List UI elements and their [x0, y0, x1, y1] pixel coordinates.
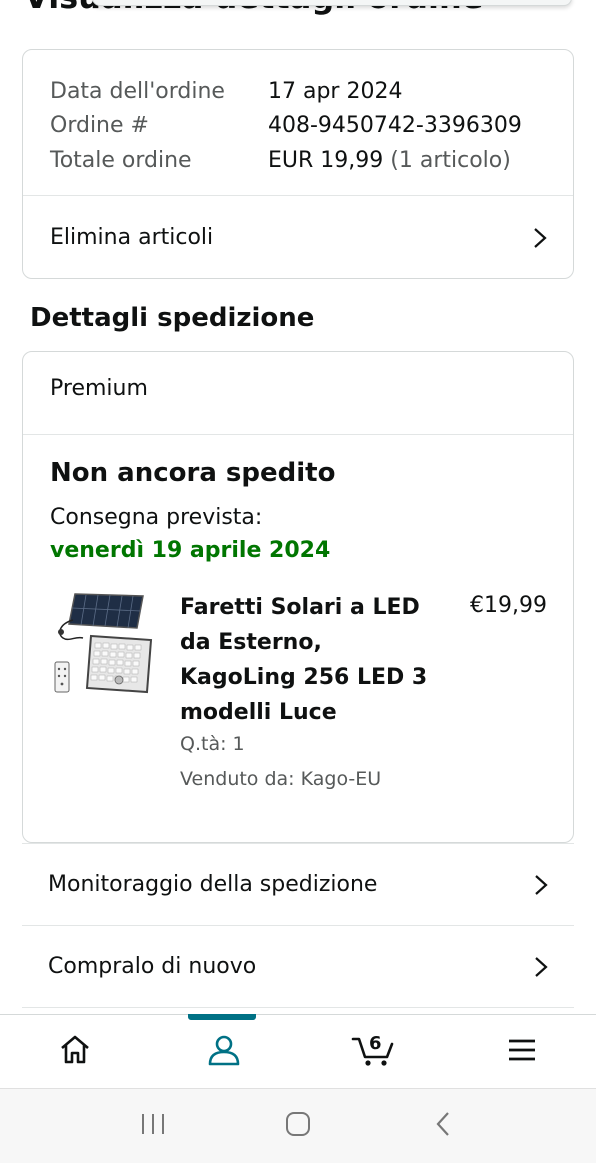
order-item-count: (1 articolo)	[390, 147, 511, 173]
system-home-button[interactable]	[278, 1106, 318, 1146]
top-overlay-bar	[92, 0, 572, 6]
chevron-right-icon	[530, 956, 552, 978]
order-actions-list: Monitoraggio della spedizione Compralo d…	[22, 843, 574, 1015]
nav-menu-button[interactable]	[447, 1015, 596, 1088]
order-summary-rows: Data dell'ordine 17 apr 2024 Ordine # 40…	[50, 74, 522, 178]
order-total-amount: EUR 19,99	[268, 147, 384, 173]
delete-items-link[interactable]: Elimina articoli	[23, 196, 573, 279]
buy-again-label: Compralo di nuovo	[48, 954, 257, 979]
order-total-row: Totale ordine EUR 19,99 (1 articolo)	[50, 143, 522, 178]
menu-icon	[505, 1033, 539, 1071]
order-number-row: Ordine # 408-9450742-3396309	[50, 109, 522, 144]
order-total-label: Totale ordine	[50, 147, 192, 173]
recents-icon	[139, 1112, 167, 1140]
product-title-link[interactable]: Faretti Solari a LED da Esterno, KagoLin…	[180, 590, 440, 730]
home-button-icon	[285, 1111, 311, 1141]
nav-home-button[interactable]	[0, 1015, 149, 1088]
product-quantity: Q.tà: 1	[180, 733, 245, 755]
home-icon	[58, 1033, 92, 1071]
divider	[23, 434, 573, 435]
product-seller: Venduto da: Kago-EU	[180, 768, 382, 790]
nav-account-button[interactable]	[149, 1015, 298, 1088]
track-shipment-label: Monitoraggio della spedizione	[48, 872, 378, 897]
shipment-card: Premium Non ancora spedito Consegna prev…	[22, 351, 574, 843]
shipping-plan: Premium	[50, 376, 148, 401]
product-image[interactable]	[53, 590, 153, 696]
recents-button[interactable]	[133, 1106, 173, 1146]
product-price: €19,99	[470, 593, 547, 618]
order-number-label: Ordine #	[50, 113, 149, 139]
chevron-right-icon	[530, 874, 552, 896]
active-tab-indicator	[188, 1014, 256, 1020]
order-total-value: EUR 19,99 (1 articolo)	[268, 148, 511, 173]
back-button[interactable]	[423, 1106, 463, 1146]
delivery-label: Consegna prevista:	[50, 505, 263, 530]
order-number-value: 408-9450742-3396309	[268, 113, 522, 139]
delete-items-label: Elimina articoli	[50, 225, 214, 250]
order-summary-card: Data dell'ordine 17 apr 2024 Ordine # 40…	[22, 49, 574, 279]
chevron-right-icon	[529, 227, 551, 249]
shipment-section-title: Dettagli spedizione	[30, 303, 315, 333]
order-date-label: Data dell'ordine	[50, 78, 225, 104]
track-shipment-link[interactable]: Monitoraggio della spedizione	[22, 843, 574, 925]
order-date-row: Data dell'ordine 17 apr 2024	[50, 74, 522, 109]
order-date-value: 17 apr 2024	[268, 78, 403, 104]
account-icon	[207, 1033, 241, 1071]
shipment-status: Non ancora spedito	[50, 458, 336, 488]
delivery-date: venerdì 19 aprile 2024	[50, 538, 331, 563]
buy-again-link[interactable]: Compralo di nuovo	[22, 925, 574, 1007]
cart-count-badge: 6	[369, 1033, 382, 1054]
bottom-navigation-bar	[0, 1014, 596, 1088]
back-icon	[435, 1111, 451, 1141]
system-navigation-bar	[0, 1088, 596, 1163]
